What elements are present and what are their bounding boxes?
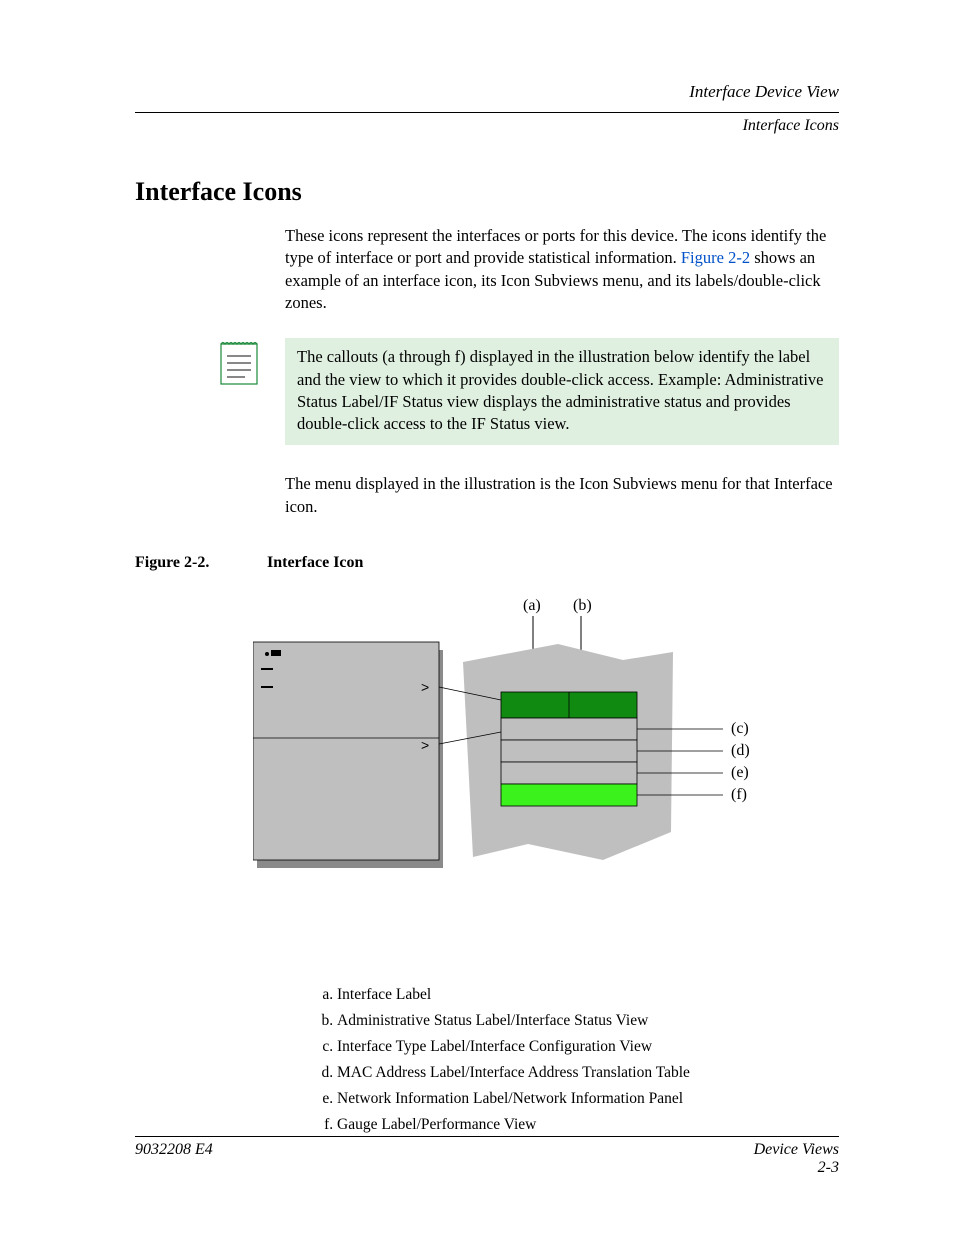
- note-text: The callouts (a through f) displayed in …: [285, 338, 839, 445]
- callout-d-label: (d): [731, 742, 750, 759]
- header-line1: Interface Device View: [135, 80, 839, 104]
- note-icon: [215, 338, 263, 386]
- callout-f-label: (f): [731, 786, 747, 803]
- header-line2: Interface Icons: [135, 115, 839, 137]
- svg-text:>: >: [421, 737, 429, 753]
- page-footer: 9032208 E4 Device Views 2-3: [135, 1136, 839, 1177]
- after-note-paragraph: The menu displayed in the illustration i…: [285, 473, 839, 518]
- legend-item-b: Administrative Status Label/Interface St…: [337, 1008, 839, 1034]
- figure-legend: Interface Label Administrative Status La…: [315, 982, 839, 1138]
- callout-c-label: (c): [731, 720, 749, 737]
- figure-label: Figure 2-2.: [135, 554, 267, 572]
- legend-item-d: MAC Address Label/Interface Address Tran…: [337, 1060, 839, 1086]
- page-header: Interface Device View Interface Icons: [135, 80, 839, 137]
- legend-item-e: Network Information Label/Network Inform…: [337, 1086, 839, 1112]
- footer-rule: [135, 1136, 839, 1137]
- footer-right-title: Device Views: [754, 1141, 839, 1158]
- section-title: Interface Icons: [135, 177, 839, 207]
- figure-illustration: (a) (b) > >: [253, 592, 793, 892]
- legend-item-f: Gauge Label/Performance View: [337, 1112, 839, 1138]
- note-block: The callouts (a through f) displayed in …: [135, 338, 839, 445]
- figure-title: Interface Icon: [267, 554, 363, 571]
- header-rule: [135, 112, 839, 113]
- svg-text:>: >: [421, 679, 429, 695]
- legend-item-a: Interface Label: [337, 982, 839, 1008]
- callout-a-label: (a): [523, 597, 541, 614]
- callout-b-label: (b): [573, 597, 592, 614]
- figure-caption: Figure 2-2.Interface Icon: [135, 554, 839, 572]
- legend-item-c: Interface Type Label/Interface Configura…: [337, 1034, 839, 1060]
- intro-paragraph: These icons represent the interfaces or …: [285, 225, 839, 314]
- footer-page-number: 2-3: [754, 1159, 839, 1177]
- figure-link[interactable]: Figure 2-2: [681, 248, 750, 267]
- callout-e-label: (e): [731, 764, 749, 781]
- footer-doc-id: 9032208 E4: [135, 1141, 213, 1177]
